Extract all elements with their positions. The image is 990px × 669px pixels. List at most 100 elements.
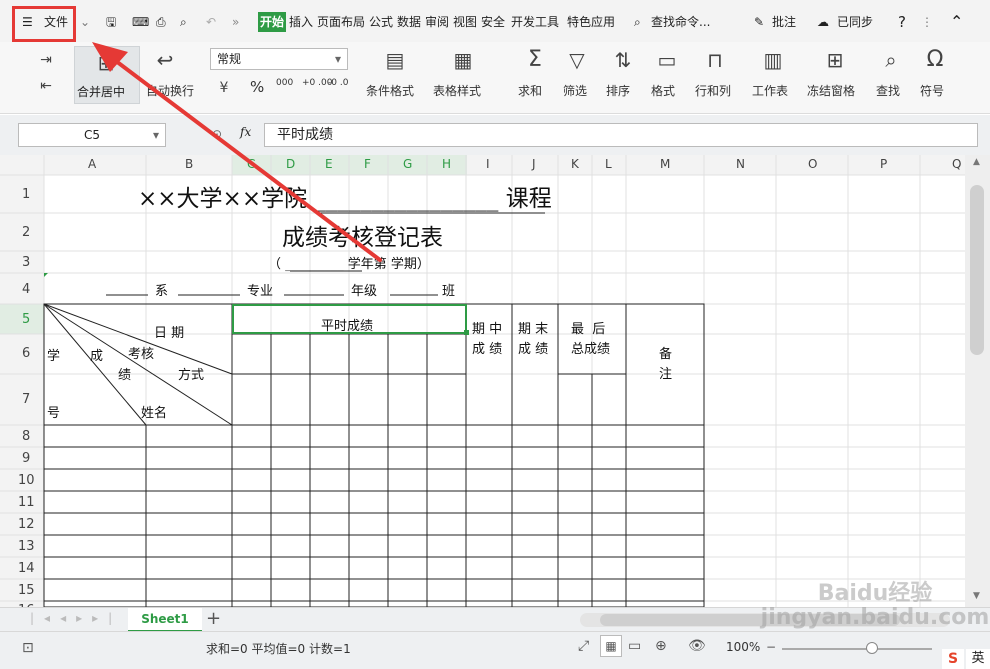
row-3-text[interactable]: （ _________ 学年第 学期）	[268, 253, 430, 272]
col-header-g[interactable]: G	[403, 157, 412, 171]
spreadsheet-grid[interactable]: A B C D E F G H I J K L M N O P Q 1 2 3 …	[0, 155, 965, 607]
diag-riqi[interactable]: 日 期	[154, 322, 184, 341]
qizhong-header[interactable]: 期 中 成 绩	[472, 320, 502, 360]
symbol-button[interactable]: 符号	[920, 82, 944, 99]
diag-kaohe[interactable]: 考核	[128, 343, 154, 362]
zoom-icon[interactable]: ⊙	[212, 127, 222, 141]
row-header-11[interactable]: 11	[18, 495, 35, 510]
col-header-l[interactable]: L	[605, 157, 612, 171]
zoom-slider[interactable]	[782, 642, 932, 654]
percent-button[interactable]: %	[250, 78, 264, 96]
sheet-tab-sheet1[interactable]: Sheet1	[128, 608, 202, 632]
tab-review[interactable]: 审阅	[425, 12, 449, 32]
search-command[interactable]: 查找命令...	[651, 12, 710, 32]
tab-special[interactable]: 特色应用	[567, 12, 615, 32]
macro-icon[interactable]: ⊡	[22, 640, 34, 656]
wrap-icon[interactable]: ↩	[150, 48, 180, 72]
tab-developer[interactable]: 开发工具	[511, 12, 559, 32]
pingshi-header[interactable]: 平时成绩	[321, 315, 373, 334]
table-style-button[interactable]: 表格样式	[433, 82, 481, 99]
comment-icon[interactable]: ✎	[754, 12, 764, 32]
search-icon[interactable]: ⌕	[634, 12, 641, 32]
col-header-b[interactable]: B	[185, 157, 193, 171]
formula-input[interactable]: 平时成绩	[264, 123, 978, 147]
row-header-3[interactable]: 3	[22, 255, 30, 270]
row-header-6[interactable]: 6	[22, 346, 30, 361]
col-header-d[interactable]: D	[286, 157, 295, 171]
eye-protect-icon[interactable]: 👁	[688, 638, 706, 654]
conditional-format-button[interactable]: 条件格式	[366, 82, 414, 99]
sum-button[interactable]: 求和	[518, 82, 542, 99]
row-header-4[interactable]: 4	[22, 282, 30, 297]
row-header-9[interactable]: 9	[22, 451, 30, 466]
fullscreen-icon[interactable]: ⤢	[578, 638, 589, 654]
thousands-button[interactable]: 000	[276, 78, 293, 88]
table-style-icon[interactable]: ▦	[448, 48, 478, 72]
col-header-c[interactable]: C	[247, 157, 255, 171]
help-button[interactable]: ?	[898, 12, 906, 32]
format-icon[interactable]: ▭	[652, 48, 682, 72]
diag-xingming[interactable]: 姓名	[141, 402, 167, 421]
col-header-o[interactable]: O	[808, 157, 817, 171]
tab-insert[interactable]: 插入	[289, 12, 313, 32]
sort-button[interactable]: 排序	[606, 82, 630, 99]
row-4-nianji[interactable]: 年级	[351, 280, 377, 299]
number-format-select[interactable]: 常规 ▾	[210, 48, 348, 70]
zoom-out-icon[interactable]: −	[766, 640, 776, 654]
format-button[interactable]: 格式	[651, 82, 675, 99]
more-icon[interactable]: »	[232, 12, 239, 32]
indent-icon[interactable]: ⇥	[36, 48, 56, 72]
format-painter-icon[interactable]: ⌨	[132, 12, 149, 32]
merge-center-button[interactable]: ⊞ 合并居中	[74, 46, 140, 104]
row-header-12[interactable]: 12	[18, 517, 35, 532]
add-sheet-icon[interactable]: +	[206, 608, 221, 629]
sheet-nav-icon[interactable]: |◂◂▸▸|	[30, 611, 122, 625]
scroll-thumb[interactable]	[970, 185, 984, 355]
col-header-n[interactable]: N	[736, 157, 745, 171]
tab-view[interactable]: 视图	[453, 12, 477, 32]
filter-icon[interactable]: ▽	[562, 48, 592, 72]
zoom-slider-thumb[interactable]	[866, 642, 878, 654]
row-4-ban[interactable]: 班	[442, 280, 455, 299]
col-header-p[interactable]: P	[880, 157, 887, 171]
print-icon[interactable]: ⎙	[156, 12, 166, 32]
diag-fangshi[interactable]: 方式	[178, 364, 204, 383]
beizhu-header[interactable]: 备 注	[659, 345, 672, 385]
fx-icon[interactable]: fx	[240, 125, 251, 139]
qimo-header[interactable]: 期 末 成 绩	[518, 320, 548, 360]
row-4-xi[interactable]: 系	[155, 280, 168, 299]
diag-xue[interactable]: 学	[47, 345, 60, 364]
row-column-button[interactable]: 行和列	[695, 82, 731, 99]
row-header-5[interactable]: 5	[22, 312, 30, 327]
tab-data[interactable]: 数据	[397, 12, 421, 32]
freeze-icon[interactable]: ⊞	[820, 48, 850, 72]
col-header-k[interactable]: K	[571, 157, 579, 171]
title-row-1[interactable]: ××大学××学院 ________________ 课程	[138, 179, 552, 213]
row-header-2[interactable]: 2	[22, 225, 30, 240]
row-header-7[interactable]: 7	[22, 392, 30, 407]
row-header-10[interactable]: 10	[18, 473, 35, 488]
col-header-m[interactable]: M	[660, 157, 670, 171]
save-icon[interactable]: 🖫	[106, 12, 116, 32]
comment-button[interactable]: 批注	[772, 12, 796, 32]
row-header-14[interactable]: 14	[18, 561, 35, 576]
split-view-icon[interactable]: ⊕	[655, 638, 667, 654]
vertical-scrollbar[interactable]: ▲ ▼	[965, 155, 990, 607]
collapse-ribbon-icon[interactable]: ⌃	[950, 12, 963, 32]
tab-security[interactable]: 安全	[481, 12, 505, 32]
sum-icon[interactable]: Σ	[520, 48, 550, 72]
freeze-panes-button[interactable]: 冻结窗格	[807, 82, 855, 99]
ime-logo-icon[interactable]: S	[942, 649, 964, 669]
title-row-2[interactable]: 成绩考核登记表	[282, 218, 443, 252]
diag-cheng[interactable]: 成	[90, 345, 103, 364]
col-header-i[interactable]: I	[486, 157, 490, 171]
sync-status[interactable]: 已同步	[837, 12, 873, 32]
tab-formula[interactable]: 公式	[369, 12, 393, 32]
worksheet-icon[interactable]: ▥	[758, 48, 788, 72]
col-header-e[interactable]: E	[325, 157, 333, 171]
currency-icon[interactable]: ¥	[214, 76, 234, 100]
outdent-icon[interactable]: ⇤	[36, 74, 56, 98]
filter-button[interactable]: 筛选	[563, 82, 587, 99]
col-header-a[interactable]: A	[88, 157, 96, 171]
wrap-text-button[interactable]: 自动换行	[146, 82, 194, 99]
